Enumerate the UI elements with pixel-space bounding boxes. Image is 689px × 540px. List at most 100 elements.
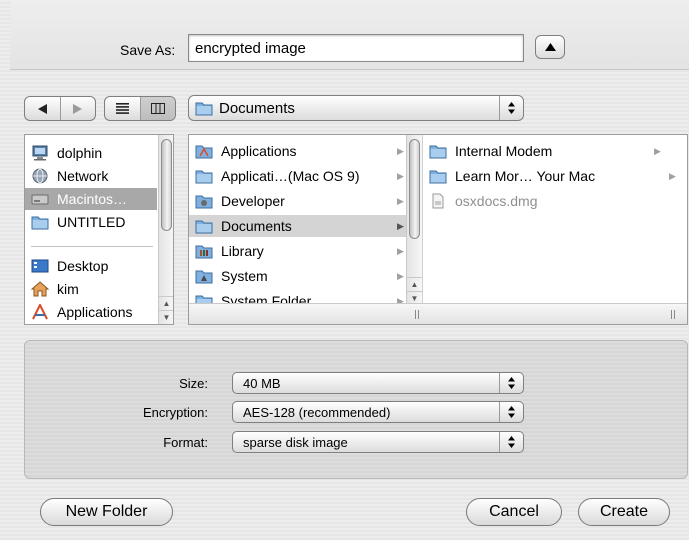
list-item[interactable]: Learn Mor… Your Mac ▶ [423, 165, 687, 187]
column-divider[interactable] [422, 135, 423, 305]
collapse-dialog-button[interactable] [535, 35, 565, 59]
sidebar-item-label: Macintos… [57, 191, 128, 207]
list-item[interactable]: Applicati…(Mac OS 9) ▶ [189, 165, 407, 187]
sidebar-item-dolphin[interactable]: dolphin [25, 142, 157, 164]
disclosure-arrow-icon: ▶ [397, 245, 404, 256]
column-resize-handle[interactable] [671, 310, 675, 319]
cancel-button[interactable]: Cancel [466, 498, 562, 526]
list-item-label: osxdocs.dmg [455, 193, 538, 209]
column-view-icon [150, 103, 165, 114]
disclosure-arrow-icon: ▶ [397, 195, 404, 206]
list-item[interactable]: Developer ▶ [189, 190, 407, 212]
forward-button[interactable] [59, 97, 96, 120]
disclosure-arrow-icon: ▶ [397, 270, 404, 281]
sidebar-item-untitled[interactable]: UNTITLED [25, 211, 157, 233]
sidebar-item-applications[interactable]: Applications [25, 301, 157, 323]
list-item[interactable]: Library ▶ [189, 240, 407, 262]
list-item-label: Documents [221, 218, 292, 234]
sidebar-item-network[interactable]: Network [25, 165, 157, 187]
sidebar-item-kim[interactable]: kim [25, 278, 157, 300]
format-label: Format: [163, 435, 208, 450]
scroll-up-arrow-icon[interactable]: ▲ [407, 277, 422, 291]
disk-image-icon [432, 193, 444, 209]
folder-icon [195, 170, 213, 184]
size-label: Size: [179, 376, 208, 391]
sidebar-item-label: kim [57, 281, 79, 297]
disclosure-arrow-icon: ▶ [397, 145, 404, 156]
column-1-scroll-thumb[interactable] [409, 139, 420, 239]
folder-icon [31, 216, 49, 230]
popup-arrows [499, 402, 523, 422]
back-button[interactable] [25, 97, 60, 120]
list-item-label: Applicati…(Mac OS 9) [221, 168, 360, 184]
list-item-label: Learn Mor… Your Mac [455, 168, 596, 184]
create-button[interactable]: Create [578, 498, 670, 526]
system-folder-icon [195, 270, 213, 284]
back-arrow-icon [37, 103, 47, 114]
scroll-up-arrow-icon[interactable]: ▲ [159, 296, 173, 310]
home-icon [31, 281, 49, 297]
sidebar-item-label: Desktop [57, 258, 109, 274]
sidebar-scrollbar[interactable]: ▲ ▼ [158, 135, 173, 324]
popup-arrows [499, 373, 523, 393]
format-popup[interactable]: sparse disk image [232, 431, 524, 453]
disclosure-arrow-icon: ▶ [669, 170, 676, 181]
list-item[interactable]: System ▶ [189, 265, 407, 287]
view-mode-group [104, 96, 176, 121]
size-value: 40 MB [243, 375, 281, 391]
browser-column-2: Internal Modem ▶ Learn Mor… Your Mac ▶ o… [423, 135, 687, 305]
folder-icon [429, 145, 447, 159]
sidebar-item-desktop[interactable]: Desktop [25, 255, 157, 277]
save-as-label: Save As: [120, 42, 176, 58]
history-nav-group [24, 96, 96, 121]
list-view-button[interactable] [105, 97, 140, 120]
popup-arrows [499, 96, 523, 120]
sidebar-item-label: dolphin [57, 145, 103, 161]
sidebar-item-label: Network [57, 168, 109, 184]
desktop-icon [31, 259, 49, 273]
list-item[interactable]: Internal Modem ▶ [423, 140, 687, 162]
save-as-input[interactable] [188, 34, 524, 62]
up-down-arrows-icon [508, 102, 515, 114]
column-resize-handle[interactable] [415, 310, 419, 319]
network-globe-icon [32, 168, 48, 184]
list-view-icon [115, 103, 129, 114]
sidebar-scroll-thumb[interactable] [161, 139, 172, 231]
list-item-label: Developer [221, 193, 285, 209]
computer-icon [32, 145, 48, 161]
column-view-button[interactable] [139, 97, 175, 120]
hard-drive-icon [31, 194, 49, 205]
horizontal-scrollbar[interactable] [189, 303, 687, 324]
applications-icon [32, 304, 48, 320]
sidebar-item-macintosh[interactable]: Macintos… [25, 188, 157, 210]
location-label: Documents [219, 99, 295, 117]
disclosure-arrow-icon: ▶ [654, 145, 661, 156]
list-item[interactable]: Documents ▶ [189, 215, 407, 237]
sidebar-divider [31, 246, 153, 247]
column-browser: Applications ▶ Applicati…(Mac OS 9) ▶ De… [188, 134, 688, 325]
browser-column-1: Applications ▶ Applicati…(Mac OS 9) ▶ De… [189, 135, 422, 305]
list-item-label: Applications [221, 143, 297, 159]
up-down-arrows-icon [508, 436, 515, 448]
sidebar: dolphin Network Macintos… UNTITLED Deskt… [24, 134, 174, 325]
forward-arrow-icon [73, 103, 83, 114]
disclosure-arrow-icon: ▶ [397, 170, 404, 181]
folder-icon [429, 170, 447, 184]
scroll-down-arrow-icon[interactable]: ▼ [159, 310, 173, 324]
encryption-value: AES-128 (recommended) [243, 404, 391, 420]
column-1-scrollbar[interactable]: ▲ ▼ [406, 135, 422, 305]
encryption-popup[interactable]: AES-128 (recommended) [232, 401, 524, 423]
triangle-up-icon [544, 43, 556, 51]
list-item-label: System [221, 268, 268, 284]
size-popup[interactable]: 40 MB [232, 372, 524, 394]
up-down-arrows-icon [508, 406, 515, 418]
applications-folder-icon [195, 145, 213, 159]
list-item[interactable]: Applications ▶ [189, 140, 407, 162]
location-popup[interactable]: Documents [188, 95, 524, 121]
list-item: osxdocs.dmg [423, 190, 687, 212]
popup-arrows [499, 432, 523, 452]
list-item-label: Library [221, 243, 264, 259]
list-item-label: Internal Modem [455, 143, 553, 159]
new-folder-button[interactable]: New Folder [40, 498, 173, 526]
encryption-label: Encryption: [142, 405, 208, 420]
